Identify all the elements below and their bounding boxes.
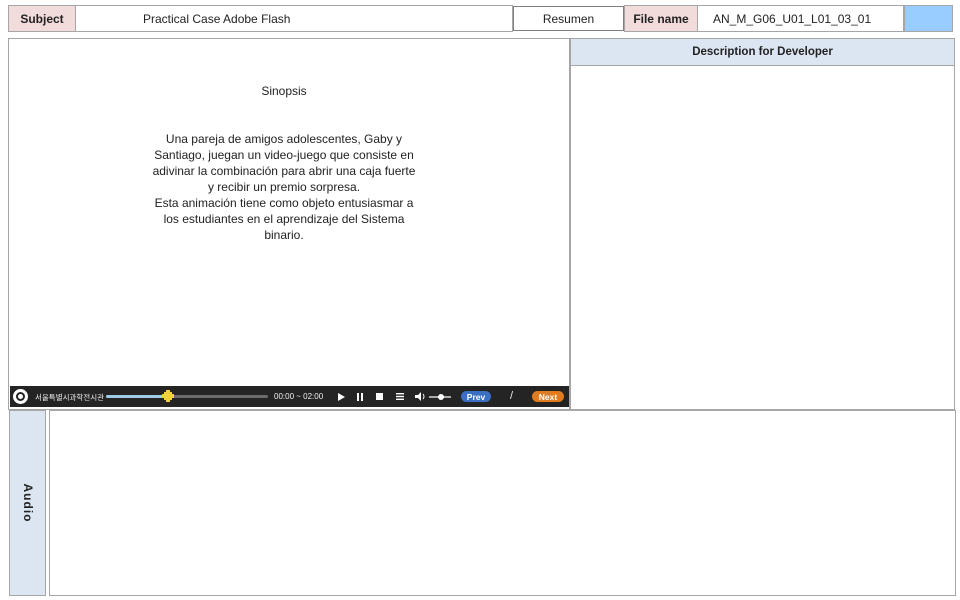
seal-logo-icon (13, 389, 28, 404)
time-display: 00:00 ~ 02:00 (274, 392, 324, 401)
developer-panel: Description for Developer (570, 38, 955, 410)
resumen-button[interactable]: Resumen (513, 6, 624, 31)
audio-label-cell: Audio (9, 410, 46, 596)
play-icon[interactable] (335, 391, 346, 402)
nav-separator: / (510, 390, 514, 402)
file-name-label: File name (624, 5, 698, 32)
subject-label: Subject (8, 5, 76, 32)
audio-panel (49, 410, 956, 596)
subject-value: Practical Case Adobe Flash (75, 5, 513, 32)
synopsis-paragraph-1: Una pareja de amigos adolescentes, Gaby … (152, 132, 416, 194)
synopsis-title: Sinopsis (261, 84, 307, 98)
volume-icon[interactable] (414, 391, 426, 402)
screen-panel: Sinopsis Una pareja de amigos adolescent… (8, 38, 570, 410)
progress-track[interactable] (106, 390, 268, 402)
audio-label: Audio (20, 483, 35, 523)
volume-knob[interactable] (438, 394, 445, 400)
progress-handle-icon[interactable] (161, 390, 174, 402)
stop-icon[interactable] (374, 391, 385, 402)
synopsis-block: Sinopsis Una pareja de amigos adolescent… (149, 83, 419, 243)
developer-panel-title: Description for Developer (571, 39, 954, 66)
volume-slider[interactable] (429, 394, 451, 400)
next-button[interactable]: Next (532, 391, 564, 402)
menu-icon[interactable] (394, 391, 405, 402)
progress-fill (106, 395, 168, 398)
prev-button[interactable]: Prev (461, 391, 491, 402)
synopsis-paragraph-2: Esta animación tiene como objeto entusia… (154, 196, 414, 242)
file-name-value: AN_M_G06_U01_L01_03_01 (697, 5, 904, 32)
pause-icon[interactable] (354, 391, 365, 402)
player-bar: 서울특별시과학전시관 00:00 ~ 02:00 Prev / Next (10, 386, 569, 407)
accent-box (904, 5, 953, 32)
player-brand-text: 서울특별시과학전시관 (35, 393, 104, 402)
